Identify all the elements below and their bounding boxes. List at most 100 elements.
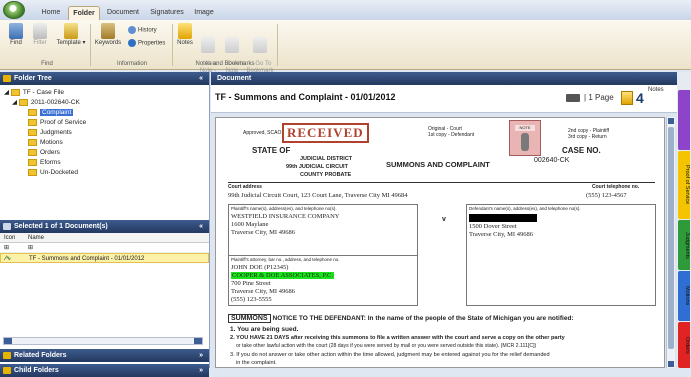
horizontal-scrollbar[interactable] <box>3 337 203 345</box>
side-tab-motions[interactable]: Motions <box>678 271 690 321</box>
side-tab-judgments[interactable]: Judgments <box>678 220 690 270</box>
separator <box>172 24 173 66</box>
tree-root[interactable]: ◢ TF - Case File <box>4 88 209 98</box>
scroll-down-icon[interactable] <box>668 361 674 367</box>
tree-item-motions[interactable]: Motions <box>4 138 209 148</box>
delete-note-icon <box>225 37 239 53</box>
tab-home[interactable]: Home <box>37 6 65 20</box>
notes-icon <box>178 23 192 39</box>
documents-icon <box>3 223 11 230</box>
folder-icon <box>28 148 37 156</box>
app-menu-button[interactable] <box>3 1 25 19</box>
collapse-icon[interactable]: « <box>199 220 203 233</box>
plaintiff-box: Plaintiff's name(s), address(es), and te… <box>228 204 418 256</box>
column-headers: Icon Name <box>0 233 209 243</box>
filter-button[interactable]: Filter <box>30 23 50 47</box>
find-button[interactable]: Find <box>6 23 26 47</box>
folder-tree-icon <box>3 75 11 82</box>
side-tab-strip: Proof of Service Judgments Motions Order… <box>677 72 691 368</box>
group-label-notes: Notes and Bookmarks <box>195 61 255 67</box>
tree-item-proof-of-service[interactable]: Proof of Service <box>4 118 209 128</box>
redaction <box>469 214 537 222</box>
folder-icon <box>3 367 11 374</box>
column-header-name[interactable]: Name <box>28 233 44 243</box>
court-address-label: Court address <box>228 184 262 190</box>
find-icon <box>9 23 23 39</box>
notes-button[interactable]: Notes <box>175 23 195 47</box>
selected-documents-header: Selected 1 of 1 Document(s) « <box>0 220 209 233</box>
tree-item-judgments[interactable]: Judgments <box>4 128 209 138</box>
folder-tree-header: Folder Tree « <box>0 72 209 85</box>
received-stamp: RECEIVED <box>282 123 369 143</box>
folder-icon <box>28 108 37 116</box>
filter-icon[interactable]: ⊞ <box>28 243 33 253</box>
separator <box>90 24 91 66</box>
new-note-icon <box>201 37 215 53</box>
folder-icon <box>28 128 37 136</box>
side-tab-color-purple[interactable] <box>678 90 690 150</box>
table-row[interactable]: ⁄∿ TF - Summons and Complaint - 01/01/20… <box>0 253 209 263</box>
tree-item-un-docketed[interactable]: Un-Docketed <box>4 168 209 178</box>
column-header-icon[interactable]: Icon <box>4 233 15 243</box>
tab-signatures[interactable]: Signatures <box>146 6 188 20</box>
related-folders-header[interactable]: Related Folders » <box>0 349 209 362</box>
tab-image[interactable]: Image <box>191 6 217 20</box>
tree-item-orders[interactable]: Orders <box>4 148 209 158</box>
template-button[interactable]: Template ▾ <box>56 23 86 47</box>
side-tab-orders[interactable]: Orders <box>678 322 690 368</box>
scroll-thumb[interactable] <box>668 127 674 349</box>
collapse-icon[interactable]: « <box>199 72 203 85</box>
separator <box>277 24 278 66</box>
county-probate: COUNTY PROBATE <box>300 172 352 178</box>
side-tab-proof-of-service[interactable]: Proof of Service <box>678 151 690 219</box>
page-count: | 1 Page <box>584 93 614 102</box>
notes-count[interactable]: 4 <box>636 90 644 106</box>
document-pane: Document TF - Summons and Complaint - 01… <box>211 72 677 368</box>
tab-folder[interactable]: Folder <box>68 6 100 20</box>
child-folders-header[interactable]: Child Folders » <box>0 364 209 377</box>
keywords-button[interactable]: Keywords <box>93 23 123 47</box>
tab-document[interactable]: Document <box>104 6 142 20</box>
notice-line: SUMMONS NOTICE TO THE DEFENDANT: In the … <box>228 314 574 323</box>
notice-item: 2. YOU HAVE 21 DAYS after receiving this… <box>230 335 565 341</box>
expand-icon[interactable]: » <box>199 349 203 362</box>
page-icon <box>566 94 580 102</box>
expand-icon[interactable]: » <box>199 364 203 377</box>
ribbon: Find Filter Template ▾ Find Keywords His… <box>0 20 691 74</box>
filter-row: ⊞ ⊞ <box>0 243 209 253</box>
vertical-scrollbar[interactable] <box>666 117 675 368</box>
filter-icon[interactable]: ⊞ <box>4 243 9 253</box>
notes-icon[interactable] <box>621 91 633 105</box>
highlighted-text: COOPER & DOE ASSOCIATES, P.C. <box>231 272 334 279</box>
note-sticker[interactable]: NOTE <box>509 120 541 156</box>
group-label-find: Find <box>41 61 53 67</box>
divider <box>228 182 655 183</box>
folder-icon <box>3 352 11 359</box>
court-phone: (555) 123-4567 <box>586 192 627 199</box>
defendant-box: Defendant's name(s), address(es), and te… <box>466 204 656 306</box>
case-no-label: CASE NO. <box>562 146 601 155</box>
group-label-information: Information <box>116 61 147 67</box>
versus: v <box>442 216 446 223</box>
folder-icon <box>28 138 37 146</box>
title-tab-bar: Home Folder Document Signatures Image <box>0 0 691 20</box>
notice-item: or take other lawful action with the cou… <box>236 343 537 349</box>
tree-item-complaint[interactable]: Complaint <box>4 108 209 118</box>
scroll-left-icon[interactable] <box>4 338 12 344</box>
notes-label: Notes <box>648 87 664 93</box>
scroll-right-icon[interactable] <box>194 338 202 344</box>
summons-title: SUMMONS AND COMPLAINT <box>386 160 490 169</box>
tree-item-eforms[interactable]: Eforms <box>4 158 209 168</box>
scroll-up-icon[interactable] <box>668 118 674 124</box>
court-address: 99th Judicial Circuit Court, 123 Court L… <box>228 192 408 199</box>
filter-icon <box>33 23 47 39</box>
history-button[interactable]: History <box>128 26 157 34</box>
document-header: Document <box>211 72 677 85</box>
folder-icon <box>28 168 37 176</box>
history-icon <box>128 26 136 34</box>
tree-case[interactable]: ◢ 2011-002640-CK <box>4 98 209 108</box>
properties-button[interactable]: Properties <box>128 39 165 47</box>
case-number: 002640-CK <box>534 157 570 164</box>
folder-icon <box>10 88 20 96</box>
left-panel: Folder Tree « ◢ TF - Case File ◢ 2011-00… <box>0 72 210 377</box>
